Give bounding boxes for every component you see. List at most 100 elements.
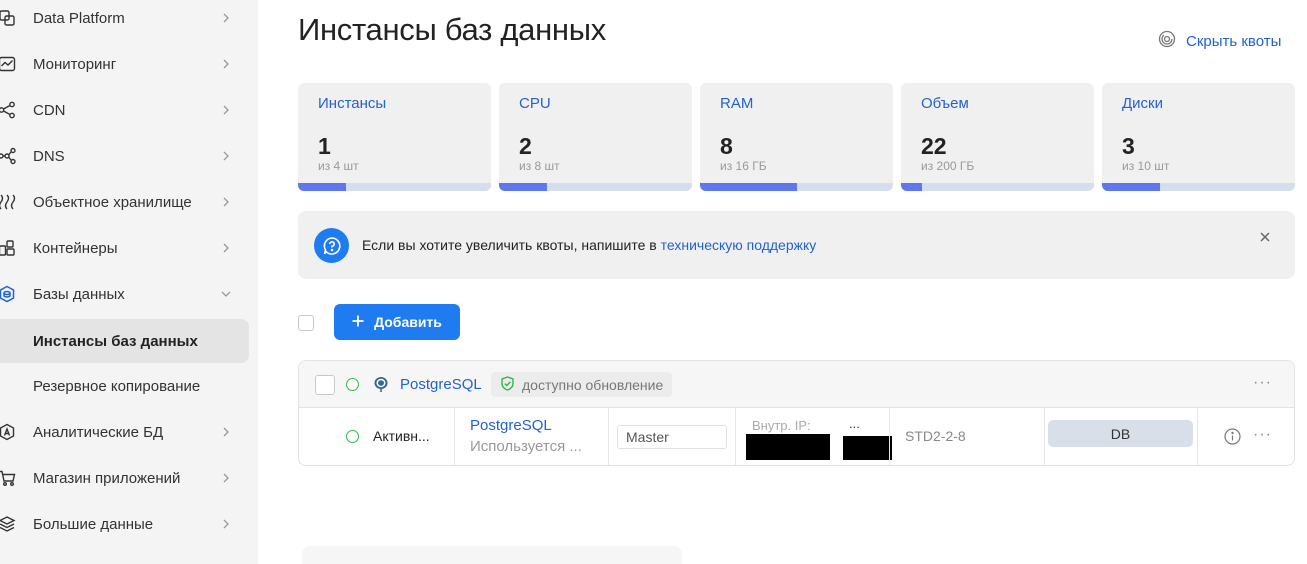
big-data-icon [0, 514, 17, 534]
chevron-right-icon [221, 427, 231, 437]
monitoring-icon [0, 54, 17, 74]
sidebar-item-db-instances[interactable]: Инстансы баз данных [0, 319, 249, 363]
update-available-badge: доступно обновление [491, 372, 673, 397]
cell-divider [454, 408, 455, 465]
info-message: Если вы хотите увеличить квоты, напишите… [362, 237, 661, 253]
cell-divider [1197, 408, 1198, 465]
sidebar-item-label: Контейнеры [33, 239, 118, 257]
quota-value: 1 [318, 133, 331, 159]
sidebar-item-dns[interactable]: DNS [0, 134, 249, 178]
instance-role: Master [617, 425, 727, 449]
sidebar-item-data-platform[interactable]: Data Platform [0, 0, 249, 40]
instance-engine-link[interactable]: PostgreSQL [470, 417, 552, 434]
sidebar-item-label: Магазин приложений [33, 469, 181, 487]
row-more-menu-icon[interactable]: ··· [1253, 426, 1272, 444]
info-text: Если вы хотите увеличить квоты, напишите… [362, 237, 816, 253]
quota-info-banner: Если вы хотите увеличить квоты, напишите… [298, 211, 1295, 279]
update-available-label: доступно обновление [522, 376, 664, 393]
quota-progress-fill [1102, 183, 1160, 191]
chevron-right-icon [221, 151, 231, 161]
quota-card-volume: Объем 22 из 200 ГБ [901, 83, 1094, 191]
hide-quotas-label: Скрыть квоты [1186, 32, 1282, 50]
close-icon[interactable] [1258, 230, 1272, 244]
redacted-ip [746, 434, 830, 460]
quota-value: 2 [519, 133, 532, 159]
sidebar-item-cdn[interactable]: CDN [0, 88, 249, 132]
quota-limit: из 200 ГБ [921, 159, 975, 173]
instance-status: Активн... [373, 428, 430, 444]
sidebar-item-object-storage[interactable]: Объектное хранилище [0, 180, 249, 224]
containers-icon [0, 238, 17, 258]
object-storage-icon [0, 192, 17, 212]
support-link[interactable]: техническую поддержку [661, 237, 817, 253]
sidebar-item-label: Мониторинг [33, 55, 117, 73]
cell-divider [1044, 408, 1045, 465]
internal-ip-label: Внутр. IP: [752, 418, 811, 433]
table-row: Активн... PostgreSQL Используется ... Ma… [299, 408, 1294, 465]
page-title: Инстансы баз данных [298, 12, 606, 47]
quota-limit: из 8 шт [519, 159, 560, 173]
quota-limit: из 4 шт [318, 159, 359, 173]
spinner-icon [1158, 30, 1176, 52]
status-ok-icon [346, 378, 359, 391]
cell-divider [735, 408, 736, 465]
add-button[interactable]: Добавить [334, 304, 460, 340]
sidebar-item-app-store[interactable]: Магазин приложений [0, 456, 249, 500]
sidebar-item-containers[interactable]: Контейнеры [0, 226, 249, 270]
quota-progress-track [1102, 183, 1295, 191]
quota-value: 8 [720, 133, 733, 159]
sidebar-item-label: Резервное копирование [33, 377, 201, 395]
instance-type-badge: DB [1048, 420, 1193, 447]
sidebar-item-label: Аналитические БД [33, 423, 164, 441]
sidebar-item-monitoring[interactable]: Мониторинг [0, 42, 249, 86]
app-store-icon [0, 468, 17, 488]
postgresql-icon [372, 375, 390, 393]
sidebar-item-databases[interactable]: Базы данных [0, 272, 249, 316]
instance-group-header: PostgreSQL доступно обновление ··· [299, 361, 1294, 408]
add-button-label: Добавить [374, 314, 442, 330]
quota-progress-fill [499, 183, 548, 191]
data-platform-icon [0, 8, 17, 28]
sidebar-item-label: Базы данных [33, 285, 125, 303]
chat-help-icon [314, 228, 349, 263]
sidebar: Data Platform Мониторинг CDN DNS Объектн… [0, 0, 258, 564]
sidebar-item-big-data[interactable]: Большие данные [0, 502, 249, 546]
sidebar-item-label: Объектное хранилище [33, 193, 192, 211]
shield-check-icon [500, 375, 515, 394]
chevron-right-icon [221, 13, 231, 23]
chevron-right-icon [221, 243, 231, 253]
group-more-menu-icon[interactable]: ··· [1253, 374, 1272, 392]
quota-value: 22 [921, 133, 947, 159]
chevron-down-icon [221, 289, 231, 299]
redacted-ip [843, 436, 892, 460]
sidebar-item-backups[interactable]: Резервное копирование [0, 364, 249, 408]
sidebar-item-label: Data Platform [33, 9, 125, 27]
plus-icon [352, 314, 364, 330]
chevron-right-icon [221, 519, 231, 529]
chevron-right-icon [221, 105, 231, 115]
quota-progress-track [901, 183, 1094, 191]
sidebar-item-label: Инстансы баз данных [33, 332, 198, 350]
quota-progress-fill [901, 183, 923, 191]
chevron-right-icon [221, 59, 231, 69]
info-icon[interactable] [1224, 428, 1241, 445]
quota-label: Инстансы [318, 95, 387, 112]
quota-progress-fill [700, 183, 797, 191]
sidebar-item-label: DNS [33, 147, 65, 165]
cell-divider [608, 408, 609, 465]
hide-quotas-button[interactable]: Скрыть квоты [1158, 30, 1281, 52]
sidebar-item-analytics-db[interactable]: Аналитические БД [0, 410, 249, 454]
dns-icon [0, 146, 17, 166]
quota-progress-track [298, 183, 491, 191]
quota-label: Объем [921, 95, 969, 112]
group-checkbox[interactable] [315, 375, 335, 395]
chevron-right-icon [221, 473, 231, 483]
quota-label: Диски [1122, 95, 1163, 112]
group-engine-name[interactable]: PostgreSQL [400, 376, 482, 393]
quota-progress-track [499, 183, 692, 191]
instance-flavor: STD2-2-8 [905, 428, 966, 444]
select-all-checkbox[interactable] [298, 315, 314, 331]
quota-label: RAM [720, 95, 754, 112]
quota-card-ram: RAM 8 из 16 ГБ [700, 83, 893, 191]
quota-card-cpu: CPU 2 из 8 шт [499, 83, 692, 191]
